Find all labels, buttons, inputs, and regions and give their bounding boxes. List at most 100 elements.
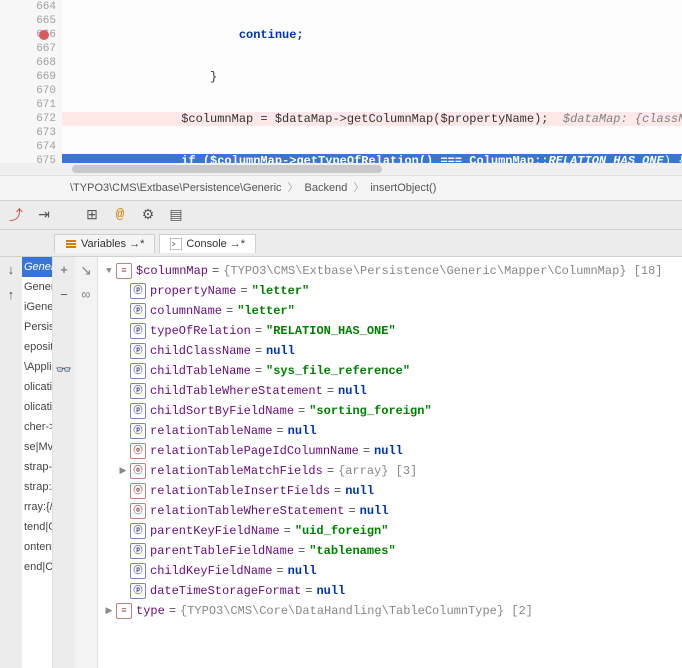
step-out-icon[interactable]: ⤴ [8,207,24,223]
code-content[interactable]: continue; } $columnMap = $dataMap->getCo… [62,0,682,163]
variable-name: relationTableMatchFields [150,461,323,481]
var-type-icon: ⓟ [130,543,146,559]
variable-name: relationTablePageIdColumnName [150,441,359,461]
variable-value: null [374,441,403,461]
plus-icon[interactable]: + [60,263,68,278]
variable-row[interactable]: ⓟchildKeyFieldName=null [102,561,682,581]
variable-row[interactable]: ▶ⓞrelationTableMatchFields={array} [3] [102,461,682,481]
variable-row[interactable]: ⓞrelationTablePageIdColumnName=null [102,441,682,461]
stack-frame[interactable]: \Applic [22,357,52,377]
call-stack[interactable]: GeneraGeneriGenerPersisteposito\Applicol… [22,257,53,668]
variable-row[interactable]: ⓟparentTableFieldName="tablenames" [102,541,682,561]
up-arrow-icon[interactable]: ↑ [7,288,15,303]
debug-side-icons: ↓ ↑ [0,257,22,668]
var-type-icon: ≡ [116,603,132,619]
variable-value: "sorting_foreign" [309,401,431,421]
variable-name: propertyName [150,281,236,301]
line-666[interactable]: 666 [0,28,56,42]
stack-frame[interactable]: olicatio [22,397,52,417]
var-type-icon: ⓟ [130,383,146,399]
variable-row[interactable]: ⓟdateTimeStorageFormat=null [102,581,682,601]
var-type-icon: ⓟ [130,403,146,419]
step-cursor-icon[interactable]: ⇥ [36,207,52,223]
variables-icon [65,238,77,250]
stack-frame[interactable]: ontent [22,537,52,557]
console-icon [170,238,182,250]
stack-frame[interactable]: se|Mvc [22,437,52,457]
var-type-icon: ⓞ [130,463,146,479]
at-icon[interactable]: @ [112,207,128,223]
down-arrow-icon[interactable]: ↓ [7,263,15,278]
variable-value: "letter" [252,281,310,301]
variable-name: parentKeyFieldName [150,521,280,541]
variable-name: columnName [150,301,222,321]
breakpoint-icon[interactable] [38,29,50,41]
variable-name: relationTableName [150,421,272,441]
minus-icon[interactable]: − [60,288,68,303]
stack-frame[interactable]: Genera [22,257,52,277]
stack-frame[interactable]: Gener [22,277,52,297]
var-type-icon: ⓟ [130,583,146,599]
variable-row[interactable]: ⓟpropertyName="letter" [102,281,682,301]
breadcrumb[interactable]: \TYPO3\CMS\Extbase\Persistence\Generic〉B… [0,175,682,200]
debug-toolbar: ⤴ ⇥ ⊞ @ ⚙ ▤ [0,201,682,230]
variable-row[interactable]: ⓟchildSortByFieldName="sorting_foreign" [102,401,682,421]
stack-frame[interactable]: strap:/ [22,477,52,497]
variable-row[interactable]: ⓟchildClassName=null [102,341,682,361]
collapse-icon[interactable]: ↘ [80,263,92,280]
variable-row[interactable]: ⓟchildTableWhereStatement=null [102,381,682,401]
expand-icon[interactable]: ▶ [102,601,116,621]
line-gutter: 664 665 666 667 668 669 670 671 672 673 … [0,0,62,163]
variable-row[interactable]: ⓟparentKeyFieldName="uid_foreign" [102,521,682,541]
stack-frame[interactable]: end|Co [22,557,52,577]
debug-tabs: Variables →* Console →* [0,230,682,257]
var-type-icon: ⓟ [130,323,146,339]
clipboard-icon[interactable]: ▤ [168,207,184,223]
expand-icon[interactable]: ▶ [116,461,130,481]
variable-row[interactable]: ⓟchildTableName="sys_file_reference" [102,361,682,381]
var-type-icon: ⓟ [130,363,146,379]
stack-frame[interactable]: Persist [22,317,52,337]
var-type-icon: ⓟ [130,283,146,299]
variable-value: null [288,561,317,581]
variable-name: childClassName [150,341,251,361]
stack-frame[interactable]: strap-> [22,457,52,477]
stack-frame[interactable]: cher-> [22,417,52,437]
stack-frame[interactable]: eposito [22,337,52,357]
calculator-icon[interactable]: ⊞ [84,207,100,223]
expand-icon[interactable]: ▼ [102,261,116,281]
stack-frame[interactable]: olicatio [22,377,52,397]
frames-icons: + − 👓 [53,257,75,668]
tab-console[interactable]: Console →* [159,234,256,253]
stack-frame[interactable]: iGener [22,297,52,317]
variable-value: {TYPO3\CMS\Core\DataHandling\TableColumn… [180,601,533,621]
variable-name: relationTableInsertFields [150,481,330,501]
variable-name: typeOfRelation [150,321,251,341]
variable-name: dateTimeStorageFormat [150,581,301,601]
variable-row[interactable]: ⓞrelationTableInsertFields=null [102,481,682,501]
horizontal-scrollbar[interactable] [0,163,682,175]
stack-frame[interactable]: rray:{/v [22,497,52,517]
var-type-icon: ⓟ [130,343,146,359]
var-type-icon: ⓟ [130,563,146,579]
variable-row[interactable]: ▶≡type={TYPO3\CMS\Core\DataHandling\Tabl… [102,601,682,621]
settings-icon[interactable]: ⚙ [140,207,156,223]
glasses-icon[interactable]: 👓 [56,363,72,378]
variable-value: null [360,501,389,521]
variable-row[interactable]: ⓟtypeOfRelation="RELATION_HAS_ONE" [102,321,682,341]
var-type-icon: ≡ [116,263,132,279]
link-icon[interactable]: ∞ [82,288,90,304]
variable-row[interactable]: ⓟrelationTableName=null [102,421,682,441]
vars-tools: ↘ ∞ [75,257,98,668]
variable-row[interactable]: ⓞrelationTableWhereStatement=null [102,501,682,521]
variable-value: "tablenames" [309,541,395,561]
variable-row[interactable]: ▼≡$columnMap={TYPO3\CMS\Extbase\Persiste… [102,261,682,281]
stack-frame[interactable]: tend|C [22,517,52,537]
variables-panel[interactable]: ▼≡$columnMap={TYPO3\CMS\Extbase\Persiste… [98,257,682,668]
var-type-icon: ⓞ [130,483,146,499]
variable-row[interactable]: ⓟcolumnName="letter" [102,301,682,321]
variable-value: null [316,581,345,601]
tab-variables[interactable]: Variables →* [54,234,155,253]
variable-name: childKeyFieldName [150,561,272,581]
variable-value: {TYPO3\CMS\Extbase\Persistence\Generic\M… [223,261,662,281]
